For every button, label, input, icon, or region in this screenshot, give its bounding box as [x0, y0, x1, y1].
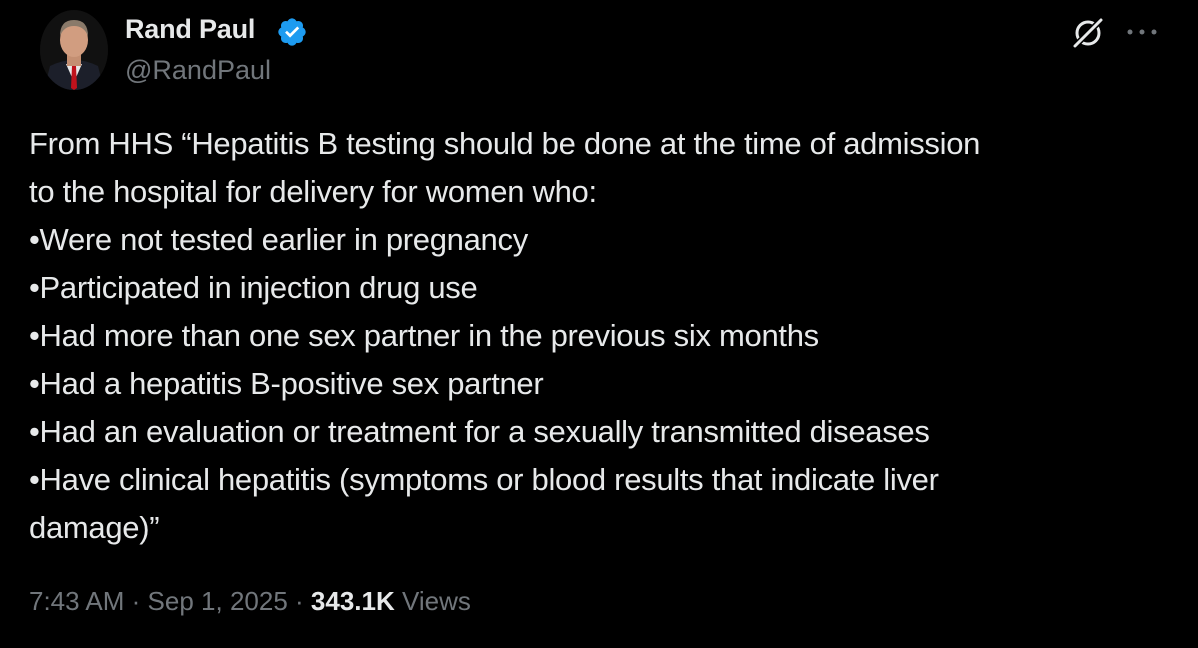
- author-handle[interactable]: @RandPaul: [125, 55, 271, 86]
- verified-badge-icon: [278, 18, 306, 46]
- tweet-text-line: •Participated in injection drug use: [29, 270, 478, 305]
- tweet-text-line: damage)”: [29, 510, 160, 545]
- tweet-card: Rand Paul @RandPaul From HHS “Hepatitis …: [0, 0, 1198, 648]
- tweet-text-line: to the hospital for delivery for women w…: [29, 174, 597, 209]
- tweet-text: From HHS “Hepatitis B testing should be …: [29, 120, 1174, 552]
- tweet-text-line: •Were not tested earlier in pregnancy: [29, 222, 528, 257]
- tweet-date[interactable]: Sep 1, 2025: [148, 586, 288, 616]
- tweet-text-line: •Had an evaluation or treatment for a se…: [29, 414, 930, 449]
- tweet-text-line: From HHS “Hepatitis B testing should be …: [29, 126, 981, 161]
- tweet-meta: 7:43 AM · Sep 1, 2025 · 343.1K Views: [29, 586, 471, 617]
- more-options-icon[interactable]: [1124, 22, 1160, 42]
- tweet-time[interactable]: 7:43 AM: [29, 586, 124, 616]
- meta-separator: ·: [295, 586, 304, 616]
- views-count: 343.1K: [310, 586, 395, 616]
- meta-separator: ·: [131, 586, 141, 616]
- tweet-text-line: •Had a hepatitis B-positive sex partner: [29, 366, 544, 401]
- views-label: Views: [402, 586, 471, 616]
- avatar-image: [40, 10, 108, 90]
- tweet-text-line: •Have clinical hepatitis (symptoms or bl…: [29, 462, 939, 497]
- author-name[interactable]: Rand Paul: [125, 14, 255, 45]
- grok-icon[interactable]: [1070, 15, 1106, 51]
- avatar[interactable]: [40, 10, 108, 90]
- tweet-text-line: •Had more than one sex partner in the pr…: [29, 318, 819, 353]
